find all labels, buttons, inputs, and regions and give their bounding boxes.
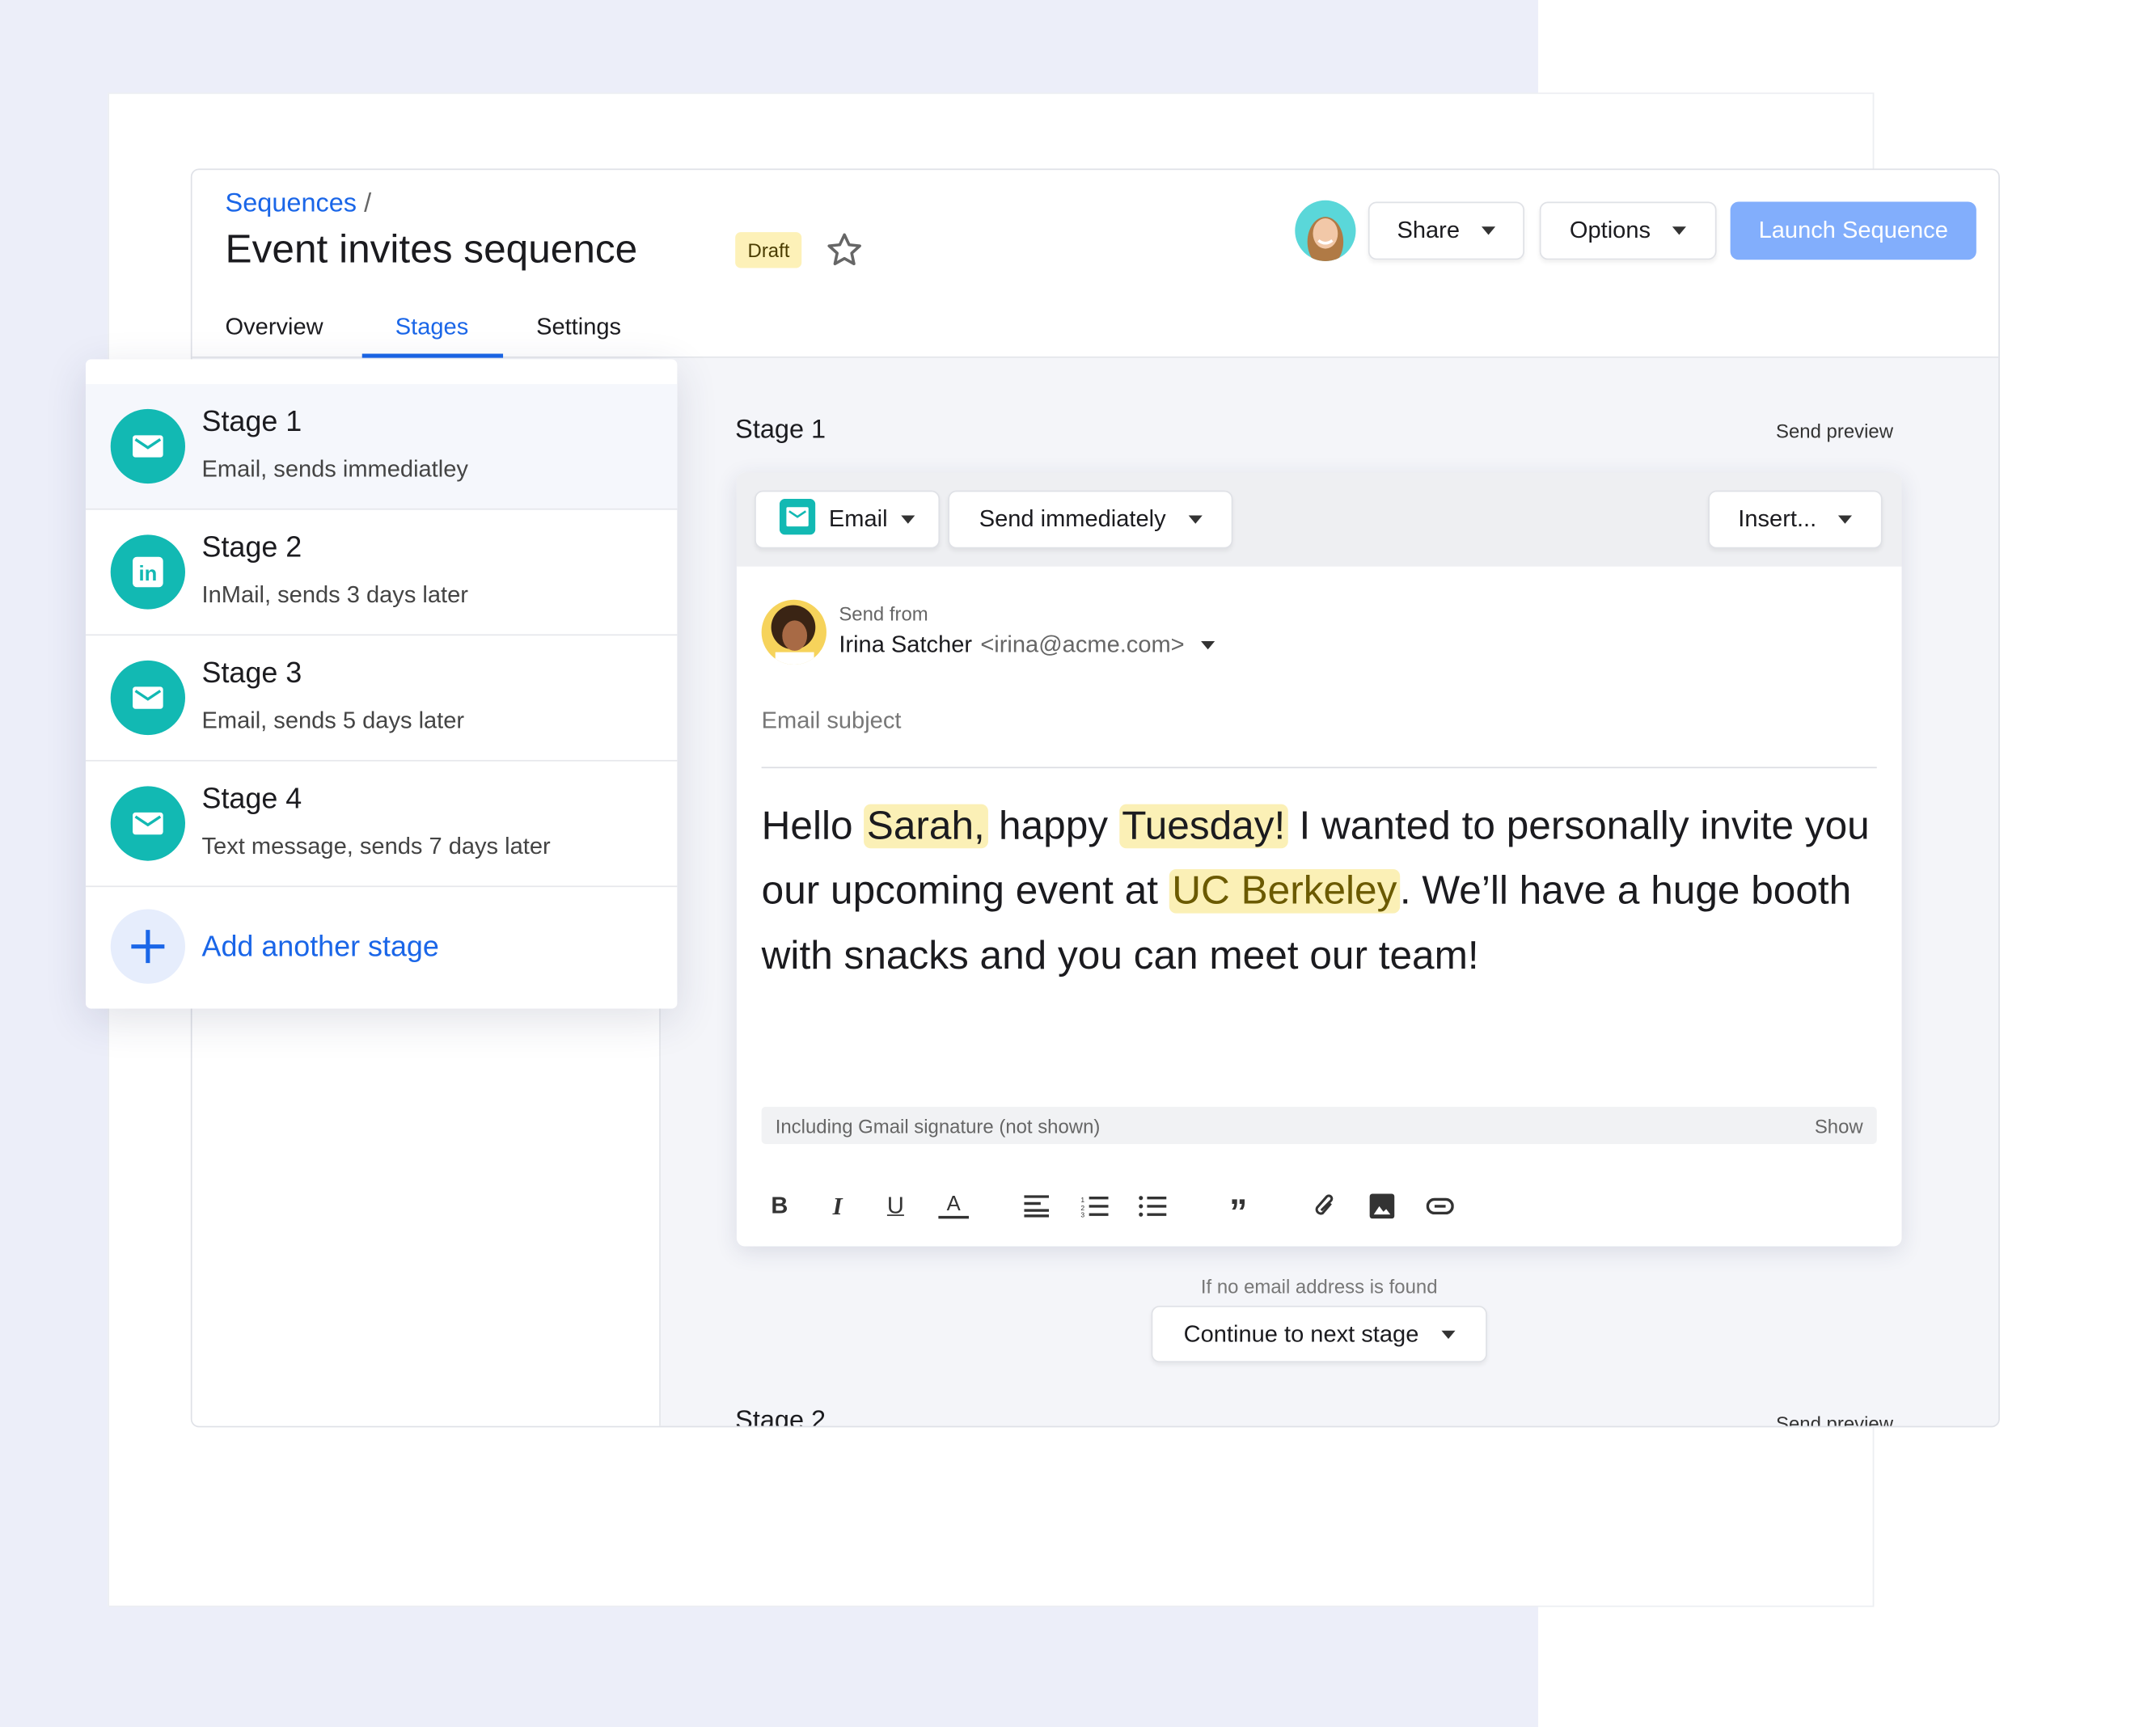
body-text: Hello — [761, 804, 865, 849]
insert-label: Insert... — [1738, 505, 1817, 532]
sender-avatar — [761, 599, 826, 665]
stage-title: Stage 1 — [735, 416, 826, 445]
stage-desc: Email, sends immediatley — [201, 455, 468, 483]
tab-stages[interactable]: Stages — [395, 314, 468, 341]
mail-icon — [110, 660, 186, 736]
send-from-label: Send from — [839, 602, 928, 625]
align-left-icon[interactable] — [1021, 1189, 1052, 1224]
tab-settings[interactable]: Settings — [536, 314, 621, 341]
share-button[interactable]: Share — [1368, 201, 1524, 260]
breadcrumb: Sequences / — [226, 189, 372, 220]
stage-name: Stage 1 — [201, 406, 302, 438]
variable-day[interactable]: Tuesday! — [1118, 804, 1288, 849]
plus-icon — [110, 909, 186, 984]
text-color-icon[interactable]: A — [938, 1191, 969, 1219]
email-channel-icon — [779, 498, 815, 541]
stage-name: Stage 4 — [201, 783, 302, 816]
linkedin-icon: in — [110, 534, 186, 610]
caret-down-icon — [1187, 515, 1203, 524]
stage-name: Stage 2 — [201, 531, 302, 564]
image-icon[interactable] — [1367, 1189, 1397, 1224]
bold-icon[interactable]: B — [764, 1189, 795, 1224]
italic-icon[interactable]: I — [822, 1189, 853, 1224]
link-icon[interactable] — [1425, 1189, 1456, 1224]
sender-name: Irina Satcher — [839, 631, 973, 658]
insert-button[interactable]: Insert... — [1708, 490, 1883, 549]
timing-label: Send immediately — [979, 505, 1166, 532]
next-stage-title: Stage 2 — [735, 1406, 826, 1426]
attachment-icon[interactable] — [1308, 1189, 1339, 1224]
add-stage-label: Add another stage — [201, 931, 439, 964]
fallback-label: If no email address is found — [1200, 1275, 1438, 1298]
send-preview-link[interactable]: Send preview — [1776, 420, 1893, 442]
mail-icon — [110, 786, 186, 861]
breadcrumb-separator: / — [364, 189, 372, 219]
email-subject-input[interactable]: Email subject — [761, 707, 1877, 769]
sender-email: <irina@acme.com> — [980, 631, 1185, 658]
signature-bar: Including Gmail signature (not shown) Sho… — [761, 1106, 1877, 1145]
stage-item-4[interactable]: Stage 4 Text message, sends 7 days later — [85, 762, 678, 888]
tab-overview[interactable]: Overview — [226, 314, 323, 341]
mail-icon — [110, 408, 186, 484]
star-icon[interactable] — [825, 230, 864, 276]
options-button[interactable]: Options — [1539, 201, 1717, 260]
sender-select[interactable]: Irina Satcher <irina@acme.com> — [839, 631, 1215, 659]
timing-select[interactable]: Send immediately — [948, 490, 1233, 549]
email-body[interactable]: Hello Sarah, happy Tuesday! I wanted to … — [762, 795, 1895, 990]
underline-icon[interactable]: U — [881, 1189, 911, 1224]
variable-first-name[interactable]: Sarah, — [864, 804, 988, 849]
status-badge: Draft — [735, 232, 802, 268]
fallback-action-label: Continue to next stage — [1183, 1320, 1419, 1347]
signature-note: Including Gmail signature (not shown) — [775, 1114, 1101, 1137]
caret-down-icon — [1838, 515, 1853, 524]
stage-desc: Text message, sends 7 days later — [201, 833, 551, 859]
caret-down-icon — [901, 515, 915, 524]
stage-desc: Email, sends 5 days later — [201, 707, 465, 734]
breadcrumb-sequences-link[interactable]: Sequences — [226, 189, 357, 218]
body-text: happy — [987, 804, 1119, 849]
caret-down-icon — [1482, 226, 1496, 235]
svg-text:3: 3 — [1080, 1211, 1084, 1218]
page-title: Event invites sequence — [225, 227, 638, 272]
next-send-preview-link[interactable]: Send preview — [1776, 1412, 1893, 1426]
header: Sequences / Event invites sequence Draft… — [192, 170, 1999, 358]
email-editor: Email Send immediately Insert... Send fr… — [736, 472, 1902, 1247]
fallback-action-select[interactable]: Continue to next stage — [1151, 1305, 1487, 1363]
svg-text:1: 1 — [1080, 1196, 1084, 1204]
caret-down-icon — [1201, 640, 1215, 650]
stage-item-1[interactable]: Stage 1 Email, sends immediatley — [85, 384, 678, 510]
variable-location[interactable]: UC Berkeley — [1169, 868, 1400, 914]
stage-list: Stage 1 Email, sends immediatley in Stag… — [85, 359, 678, 1009]
share-label: Share — [1397, 217, 1460, 243]
caret-down-icon — [1672, 226, 1687, 235]
launch-sequence-button[interactable]: Launch Sequence — [1730, 201, 1976, 260]
stage-desc: InMail, sends 3 days later — [201, 581, 468, 608]
quote-icon[interactable]: ” — [1223, 1190, 1253, 1231]
svg-text:in: in — [138, 563, 157, 585]
channel-select[interactable]: Email — [755, 490, 941, 549]
stage-name: Stage 3 — [201, 657, 302, 690]
ordered-list-icon[interactable]: 123 — [1080, 1189, 1110, 1224]
editor-toolbar: Email Send immediately Insert... — [736, 472, 1902, 567]
signature-show-link[interactable]: Show — [1815, 1114, 1863, 1136]
stage-item-2[interactable]: in Stage 2 InMail, sends 3 days later — [85, 510, 678, 636]
bullet-list-icon[interactable] — [1137, 1189, 1168, 1224]
caret-down-icon — [1440, 1329, 1455, 1339]
options-label: Options — [1569, 217, 1651, 243]
stage-item-3[interactable]: Stage 3 Email, sends 5 days later — [85, 635, 678, 762]
avatar[interactable] — [1295, 200, 1356, 261]
add-stage-button[interactable]: Add another stage — [86, 887, 677, 1008]
channel-label: Email — [828, 505, 888, 532]
active-tab-indicator — [361, 353, 504, 358]
